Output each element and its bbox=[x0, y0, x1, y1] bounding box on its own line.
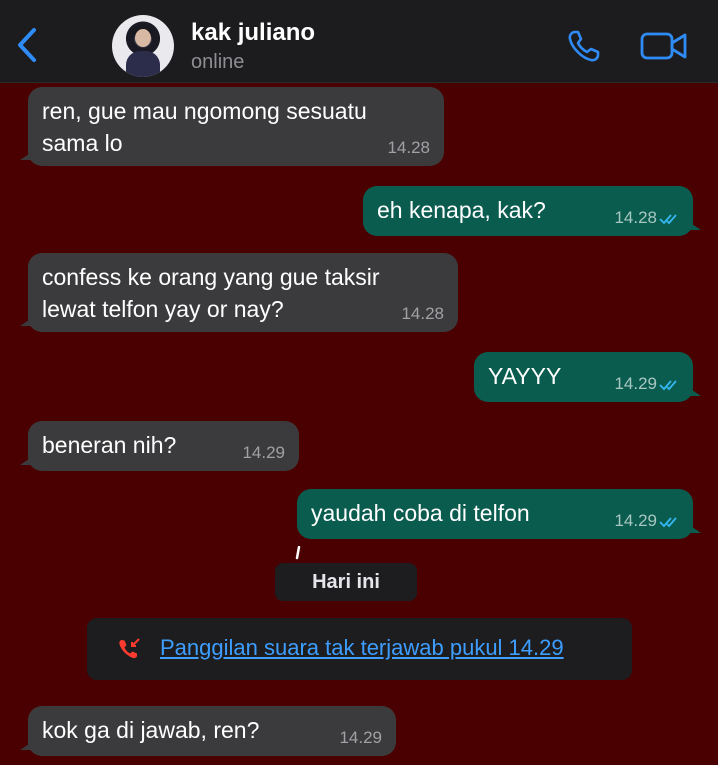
message-meta: 14.29 bbox=[614, 511, 681, 531]
contact-name[interactable]: kak juliano bbox=[191, 19, 315, 47]
read-ticks-icon bbox=[659, 213, 677, 224]
outgoing-message[interactable]: yaudah coba di telfon 14.29 bbox=[297, 489, 701, 539]
message-text-line-2: sama lo bbox=[42, 130, 123, 156]
incoming-message[interactable]: ren, gue mau ngomong sesuatu sama lo 14.… bbox=[20, 87, 444, 166]
missed-call-notice[interactable]: Panggilan suara tak terjawab pukul 14.29 bbox=[87, 618, 632, 680]
message-time: 14.29 bbox=[339, 728, 382, 747]
day-divider: Hari ini bbox=[275, 563, 417, 601]
missed-call-text[interactable]: Panggilan suara tak terjawab pukul 14.29 bbox=[160, 635, 564, 661]
incoming-message[interactable]: confess ke orang yang gue taksir lewat t… bbox=[20, 253, 458, 332]
contact-avatar[interactable] bbox=[112, 15, 174, 77]
missed-call-icon bbox=[119, 638, 140, 659]
phone-icon[interactable] bbox=[566, 28, 602, 64]
message-text-line-1: ren, gue mau ngomong sesuatu bbox=[42, 98, 367, 124]
incoming-message[interactable]: kok ga di jawab, ren? 14.29 bbox=[20, 706, 396, 756]
message-text-line-1: confess ke orang yang gue taksir bbox=[42, 264, 380, 290]
message-meta: 14.29 bbox=[614, 374, 681, 394]
back-chevron-icon[interactable] bbox=[14, 26, 40, 64]
video-camera-icon[interactable] bbox=[640, 30, 688, 62]
message-time: 14.29 bbox=[614, 374, 657, 393]
read-ticks-icon bbox=[659, 379, 677, 390]
contact-status: online bbox=[191, 51, 245, 73]
outgoing-message[interactable]: eh kenapa, kak? 14.28 bbox=[363, 186, 701, 236]
message-time: 14.28 bbox=[387, 138, 430, 157]
message-text: beneran nih? bbox=[42, 432, 177, 458]
wallpaper-mark bbox=[295, 546, 301, 560]
message-time: 14.28 bbox=[614, 208, 657, 227]
chat-header: kak juliano online bbox=[0, 0, 718, 83]
outgoing-message[interactable]: YAYYY 14.29 bbox=[474, 352, 701, 402]
message-text: kok ga di jawab, ren? bbox=[42, 717, 260, 743]
incoming-message[interactable]: beneran nih? 14.29 bbox=[20, 421, 299, 471]
message-text: YAYYY bbox=[488, 363, 562, 389]
message-time: 14.29 bbox=[242, 443, 285, 462]
message-text-line-2: lewat telfon yay or nay? bbox=[42, 296, 284, 322]
message-time: 14.28 bbox=[401, 304, 444, 323]
message-time: 14.29 bbox=[614, 511, 657, 530]
message-text: eh kenapa, kak? bbox=[377, 197, 546, 223]
message-meta: 14.28 bbox=[614, 208, 681, 228]
read-ticks-icon bbox=[659, 516, 677, 527]
message-text: yaudah coba di telfon bbox=[311, 500, 530, 526]
